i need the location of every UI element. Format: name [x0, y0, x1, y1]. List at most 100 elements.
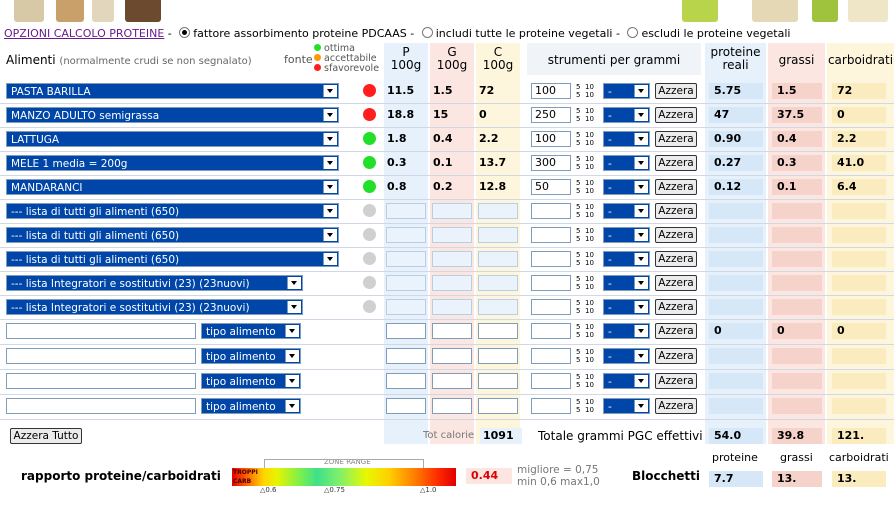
stepper-5[interactable]: 5 [576, 251, 580, 259]
chevron-down-icon[interactable] [285, 400, 299, 412]
grams-input[interactable] [531, 251, 571, 267]
food-select[interactable]: PASTA BARILLA [6, 83, 339, 99]
options-link[interactable]: OPZIONI CALCOLO PROTEINE [4, 27, 164, 40]
stepper-icon[interactable]: 5 10 5 10 [576, 275, 596, 291]
stepper-icon[interactable]: 5 10 5 10 [576, 227, 596, 243]
chevron-down-icon[interactable] [634, 301, 648, 313]
stepper-5[interactable]: 5 [576, 91, 580, 99]
stepper-10[interactable]: 10 [585, 131, 594, 139]
portion-select[interactable]: - [603, 373, 650, 389]
custom-g-input[interactable] [432, 348, 472, 364]
stepper-10[interactable]: 10 [585, 235, 594, 243]
chevron-down-icon[interactable] [323, 157, 337, 169]
chevron-down-icon[interactable] [634, 277, 648, 289]
chevron-down-icon[interactable] [323, 181, 337, 193]
stepper-10[interactable]: 10 [585, 211, 594, 219]
portion-select[interactable]: - [603, 251, 650, 267]
stepper-10[interactable]: 10 [585, 307, 594, 315]
stepper-icon[interactable]: 5 10 5 10 [576, 323, 596, 339]
chevron-down-icon[interactable] [634, 85, 648, 97]
food-select[interactable]: MELE 1 media = 200g [6, 155, 339, 171]
azzera-button[interactable]: Azzera [655, 227, 697, 243]
azzera-button[interactable]: Azzera [655, 83, 697, 99]
grams-input[interactable]: 250 [531, 107, 571, 123]
stepper-10[interactable]: 10 [585, 251, 594, 259]
grams-input[interactable] [531, 203, 571, 219]
azzera-button[interactable]: Azzera [655, 373, 697, 389]
stepper-5[interactable]: 5 [576, 307, 580, 315]
custom-food-name-input[interactable] [6, 348, 196, 364]
custom-p-input[interactable] [386, 323, 426, 339]
chevron-down-icon[interactable] [287, 301, 301, 313]
stepper-5[interactable]: 5 [576, 187, 580, 195]
stepper-icon[interactable]: 5 10 5 10 [576, 251, 596, 267]
food-type-select[interactable]: tipo alimento [201, 348, 301, 364]
food-type-select[interactable]: tipo alimento [201, 398, 301, 414]
grams-input[interactable]: 100 [531, 131, 571, 147]
chevron-down-icon[interactable] [323, 253, 337, 265]
food-type-select[interactable]: tipo alimento [201, 323, 301, 339]
azzera-button[interactable]: Azzera [655, 107, 697, 123]
stepper-5[interactable]: 5 [576, 211, 580, 219]
food-select[interactable]: MANDARANCI [6, 179, 339, 195]
azzera-button[interactable]: Azzera [655, 203, 697, 219]
stepper-10[interactable]: 10 [585, 203, 594, 211]
stepper-5[interactable]: 5 [576, 356, 580, 364]
custom-g-input[interactable] [432, 373, 472, 389]
exclude-vegetable-radio[interactable] [627, 27, 639, 38]
grams-input[interactable]: 50 [531, 179, 571, 195]
stepper-5[interactable]: 5 [576, 139, 580, 147]
custom-p-input[interactable] [386, 398, 426, 414]
portion-select[interactable]: - [603, 107, 650, 123]
custom-c-input[interactable] [478, 373, 518, 389]
azzera-button[interactable]: Azzera [655, 275, 697, 291]
grams-input[interactable]: 100 [531, 83, 571, 99]
stepper-10[interactable]: 10 [585, 107, 594, 115]
chevron-down-icon[interactable] [285, 350, 299, 362]
azzera-button[interactable]: Azzera [655, 131, 697, 147]
grams-input[interactable]: 300 [531, 155, 571, 171]
stepper-5[interactable]: 5 [576, 227, 580, 235]
stepper-10[interactable]: 10 [585, 406, 594, 414]
grams-input[interactable] [531, 373, 571, 389]
stepper-5[interactable]: 5 [576, 323, 580, 331]
stepper-5[interactable]: 5 [576, 203, 580, 211]
stepper-10[interactable]: 10 [585, 179, 594, 187]
stepper-10[interactable]: 10 [585, 373, 594, 381]
azzera-button[interactable]: Azzera [655, 179, 697, 195]
stepper-5[interactable]: 5 [576, 331, 580, 339]
food-select[interactable]: LATTUGA [6, 131, 339, 147]
stepper-5[interactable]: 5 [576, 299, 580, 307]
portion-select[interactable]: - [603, 323, 650, 339]
stepper-icon[interactable]: 5 10 5 10 [576, 83, 596, 99]
stepper-5[interactable]: 5 [576, 373, 580, 381]
stepper-10[interactable]: 10 [585, 331, 594, 339]
stepper-icon[interactable]: 5 10 5 10 [576, 373, 596, 389]
grams-input[interactable] [531, 398, 571, 414]
custom-p-input[interactable] [386, 373, 426, 389]
stepper-5[interactable]: 5 [576, 83, 580, 91]
stepper-10[interactable]: 10 [585, 348, 594, 356]
stepper-10[interactable]: 10 [585, 155, 594, 163]
stepper-icon[interactable]: 5 10 5 10 [576, 398, 596, 414]
stepper-10[interactable]: 10 [585, 356, 594, 364]
custom-c-input[interactable] [478, 348, 518, 364]
chevron-down-icon[interactable] [287, 277, 301, 289]
custom-food-name-input[interactable] [6, 398, 196, 414]
custom-g-input[interactable] [432, 398, 472, 414]
stepper-10[interactable]: 10 [585, 163, 594, 171]
stepper-icon[interactable]: 5 10 5 10 [576, 131, 596, 147]
portion-select[interactable]: - [603, 155, 650, 171]
azzera-tutto-button[interactable]: Azzera Tutto [10, 428, 82, 444]
grams-input[interactable] [531, 323, 571, 339]
all-vegetable-radio[interactable] [421, 27, 433, 38]
custom-c-input[interactable] [478, 323, 518, 339]
chevron-down-icon[interactable] [634, 375, 648, 387]
azzera-button[interactable]: Azzera [655, 348, 697, 364]
portion-select[interactable]: - [603, 299, 650, 315]
chevron-down-icon[interactable] [634, 205, 648, 217]
food-select[interactable]: --- lista di tutti gli alimenti (650) [6, 251, 339, 267]
portion-select[interactable]: - [603, 348, 650, 364]
stepper-5[interactable]: 5 [576, 259, 580, 267]
stepper-5[interactable]: 5 [576, 107, 580, 115]
